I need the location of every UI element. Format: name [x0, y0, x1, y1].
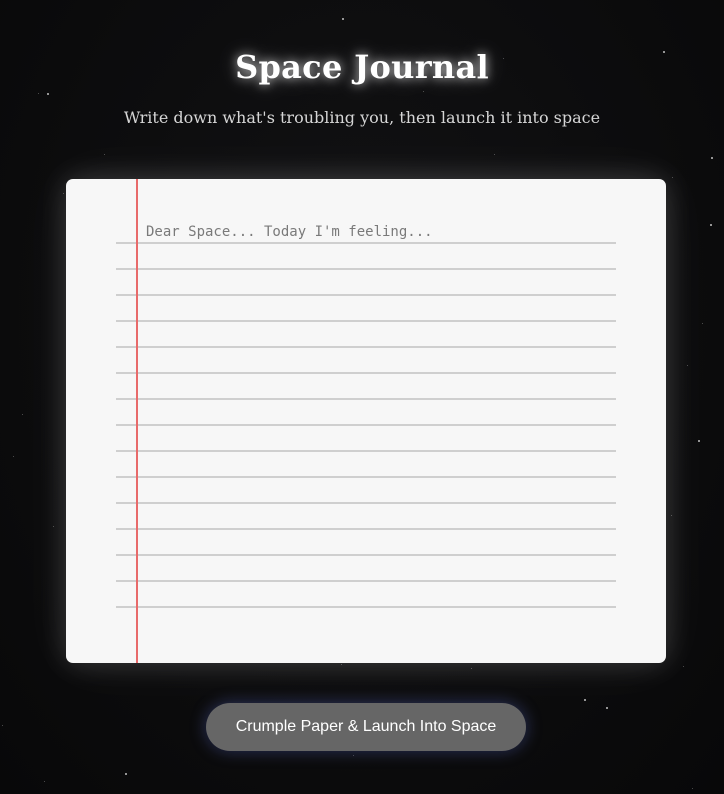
- star: [671, 515, 672, 516]
- star: [53, 526, 54, 527]
- star: [353, 755, 354, 756]
- launch-into-space-button[interactable]: Crumple Paper & Launch Into Space: [206, 703, 526, 751]
- star: [687, 365, 688, 366]
- ruled-line: [116, 346, 616, 348]
- star: [341, 664, 342, 665]
- space-journal-page: Space Journal Write down what's troublin…: [0, 0, 724, 794]
- star: [342, 18, 344, 20]
- star: [63, 193, 64, 194]
- ruled-line: [116, 476, 616, 478]
- star: [2, 725, 3, 726]
- ruled-line: [116, 528, 616, 530]
- star: [710, 224, 712, 226]
- star: [38, 93, 39, 94]
- page-title: Space Journal: [235, 48, 489, 86]
- star: [711, 157, 713, 159]
- journal-entry-input[interactable]: [144, 220, 608, 244]
- star: [683, 666, 684, 667]
- ruled-line: [116, 580, 616, 582]
- star: [13, 456, 14, 457]
- star: [692, 788, 693, 789]
- ruled-line: [116, 268, 616, 270]
- ruled-line: [116, 372, 616, 374]
- ruled-lines: [116, 179, 616, 663]
- page-subtitle: Write down what's troubling you, then la…: [123, 108, 601, 127]
- ruled-line: [116, 450, 616, 452]
- ruled-line: [116, 320, 616, 322]
- star: [47, 93, 49, 95]
- star: [22, 414, 23, 415]
- ruled-line: [116, 398, 616, 400]
- margin-line: [136, 179, 138, 663]
- ruled-line: [116, 554, 616, 556]
- ruled-line: [116, 606, 616, 608]
- ruled-line: [116, 294, 616, 296]
- star: [104, 154, 105, 155]
- star: [423, 91, 424, 92]
- star: [702, 323, 703, 324]
- star: [125, 773, 127, 775]
- star: [672, 177, 673, 178]
- star: [698, 440, 700, 442]
- ruled-line: [116, 502, 616, 504]
- star: [494, 154, 495, 155]
- ruled-line: [116, 424, 616, 426]
- star: [584, 699, 586, 701]
- journal-paper: [66, 179, 666, 663]
- star: [471, 668, 472, 669]
- star: [44, 781, 45, 782]
- star: [606, 707, 608, 709]
